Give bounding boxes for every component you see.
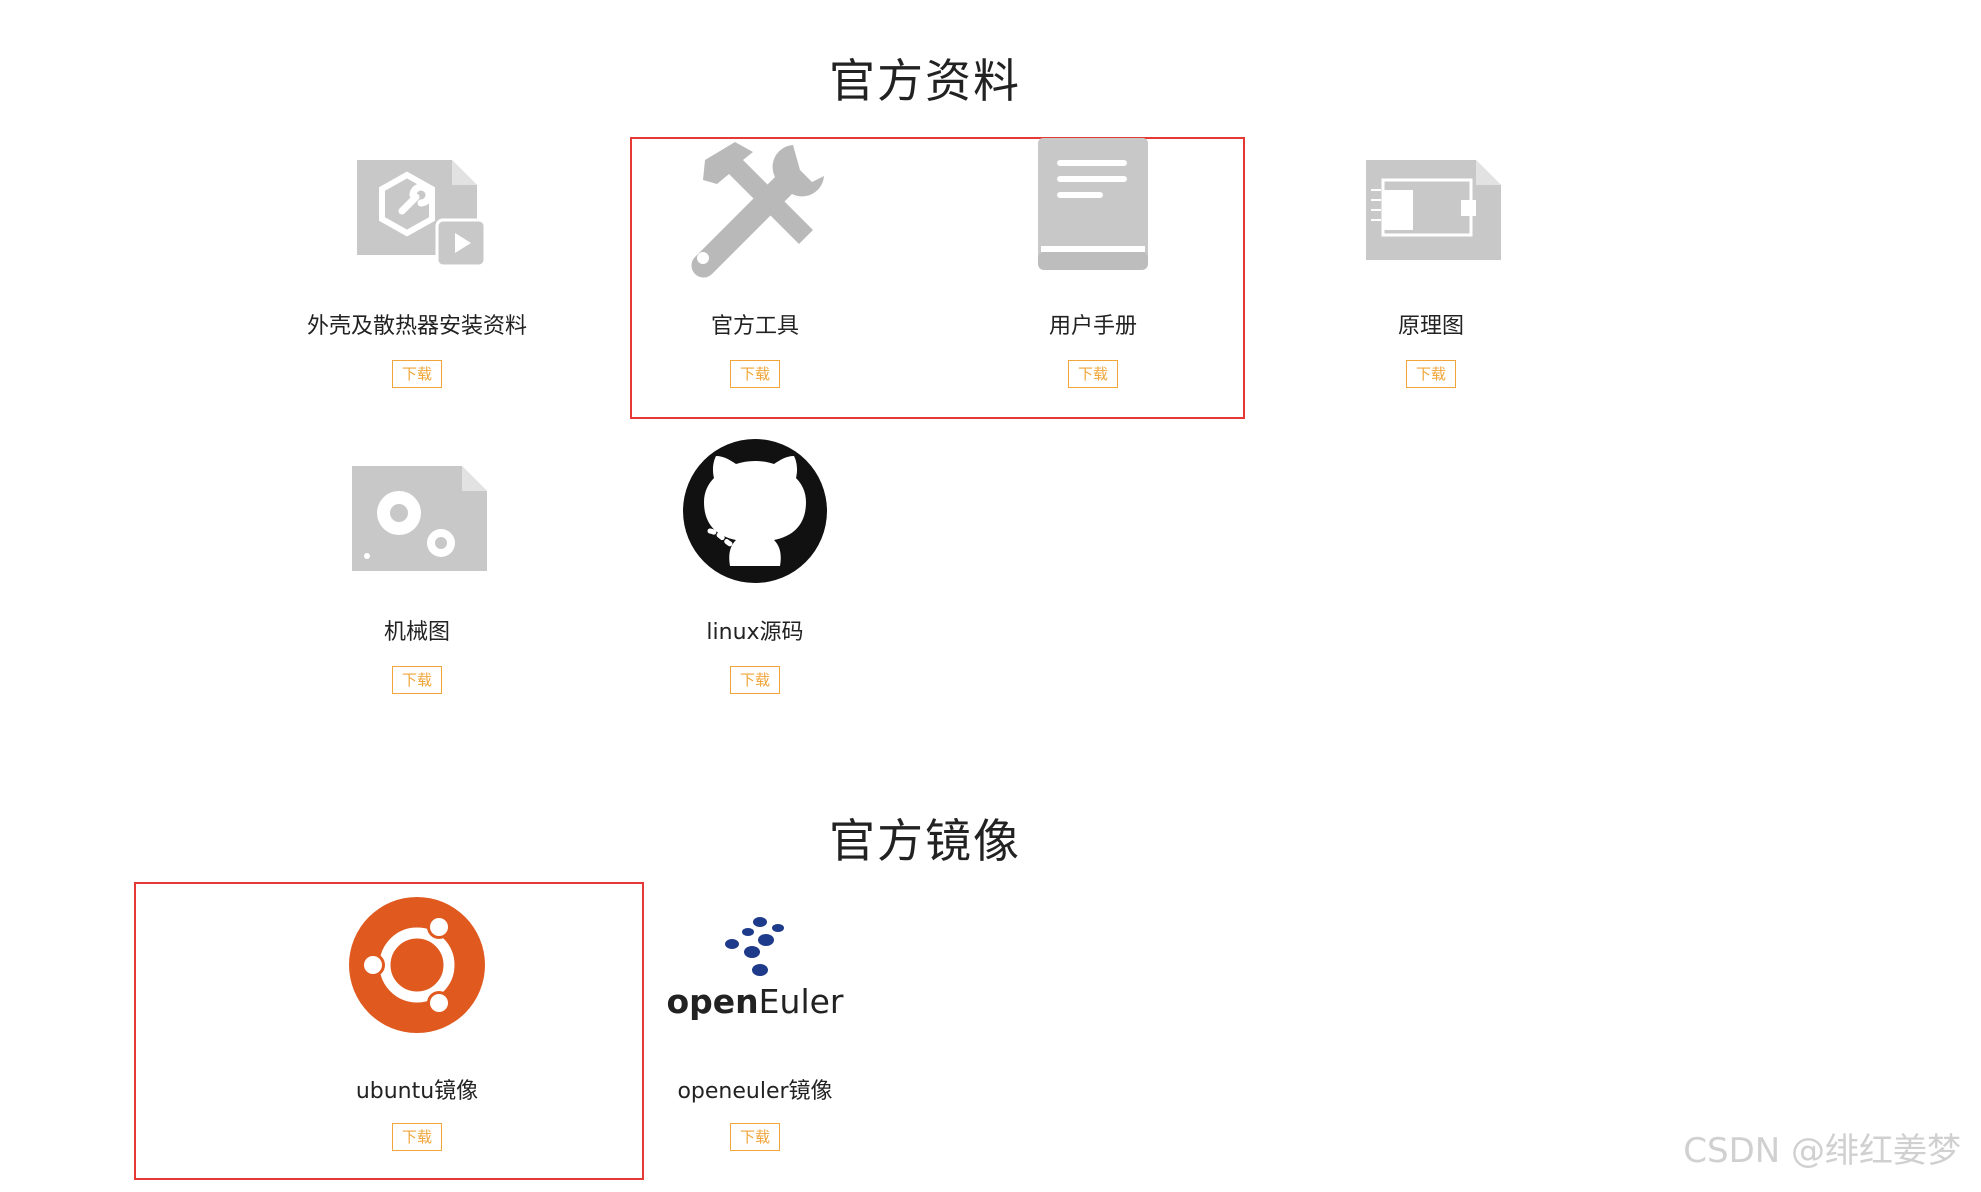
item-manual: 用户手册 下载	[943, 130, 1243, 430]
item-label: 官方工具	[710, 314, 799, 339]
item-mechanical: 机械图 下载	[267, 436, 567, 736]
section-title-mirrors: 官方镜像	[829, 814, 1021, 868]
download-button[interactable]: 下载	[1405, 360, 1457, 388]
item-label: openeuler镜像	[677, 1079, 833, 1104]
download-button[interactable]: 下载	[1067, 360, 1119, 388]
download-button[interactable]: 下载	[729, 360, 781, 388]
item-tools: 官方工具 下载	[605, 130, 905, 430]
item-schematic: 原理图 下载	[1281, 130, 1581, 430]
item-label: 外壳及散热器安装资料	[306, 314, 527, 339]
manual-book-icon	[943, 130, 1243, 280]
openeuler-logo-euler: Euler	[758, 981, 844, 1021]
item-label: 用户手册	[1048, 314, 1137, 339]
item-shell: 外壳及散热器安装资料 下载	[267, 130, 567, 430]
tools-hammer-wrench-icon	[605, 130, 905, 280]
item-openeuler: openEuler openeuler镜像 下载	[605, 890, 905, 1190]
item-linux: linux源码 下载	[605, 436, 905, 736]
download-button[interactable]: 下载	[391, 1123, 443, 1151]
github-icon	[605, 436, 905, 586]
item-label: 机械图	[383, 620, 450, 645]
item-label: 原理图	[1397, 314, 1464, 339]
section-title-docs: 官方资料	[829, 54, 1021, 108]
item-label: linux源码	[706, 620, 804, 645]
download-button[interactable]: 下载	[391, 666, 443, 694]
shell-doc-icon	[267, 130, 567, 280]
download-button[interactable]: 下载	[391, 360, 443, 388]
mechanical-doc-icon	[267, 436, 567, 586]
ubuntu-logo-icon	[267, 890, 567, 1040]
download-button[interactable]: 下载	[729, 666, 781, 694]
watermark: CSDN @绯红姜梦	[1683, 1131, 1961, 1171]
item-ubuntu: ubuntu镜像 下载	[267, 890, 567, 1190]
openeuler-logo-open: open	[666, 981, 759, 1021]
schematic-doc-icon	[1281, 130, 1581, 280]
openeuler-logo-icon: openEuler	[605, 890, 905, 1040]
item-label: ubuntu镜像	[355, 1079, 479, 1104]
download-button[interactable]: 下载	[729, 1123, 781, 1151]
